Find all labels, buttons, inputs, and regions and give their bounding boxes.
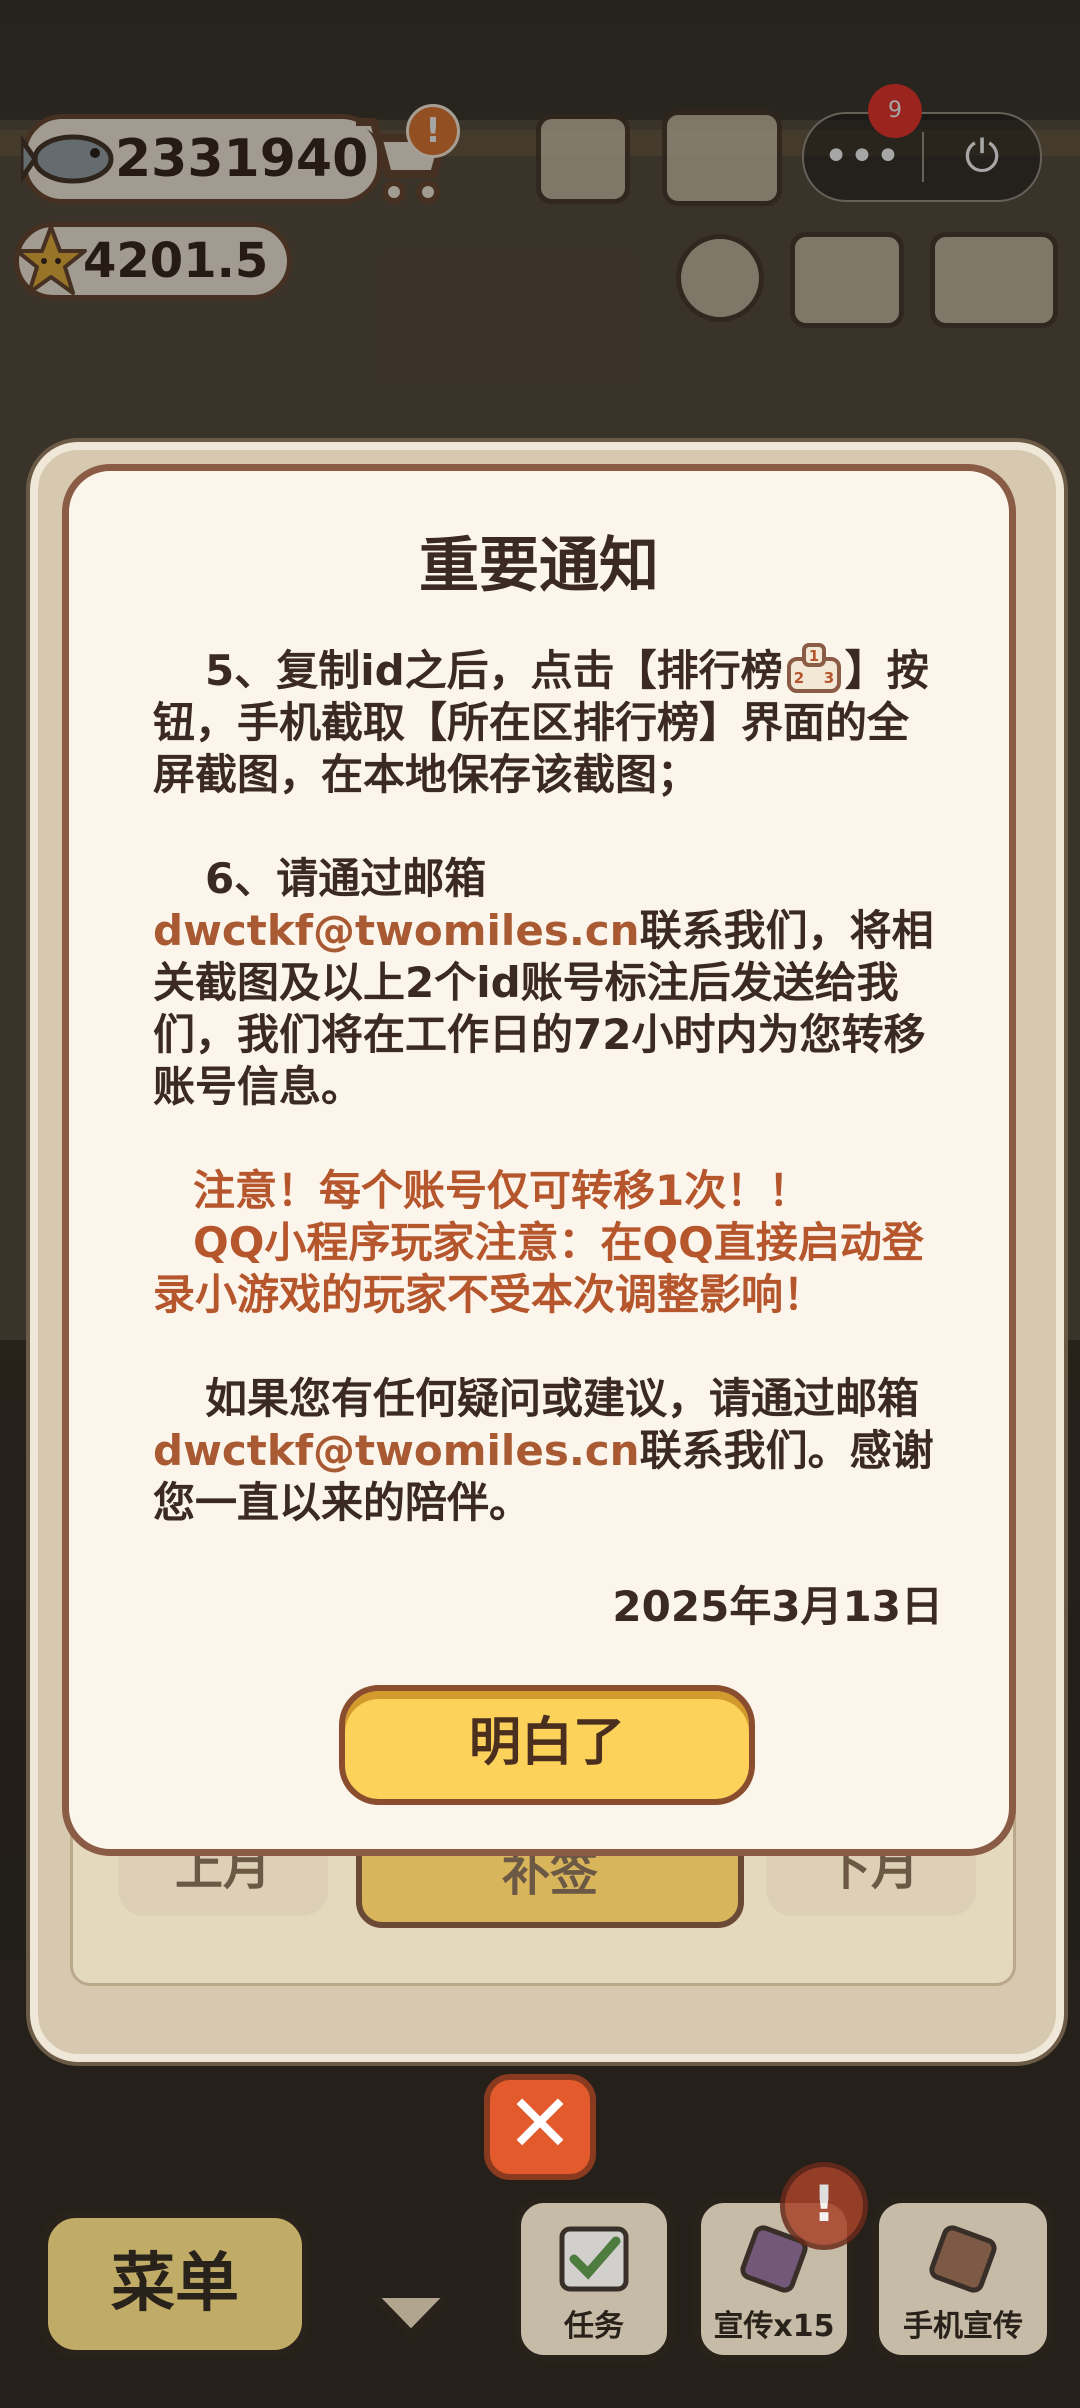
warning-1: 注意！每个账号仅可转移1次！！	[153, 1165, 943, 1217]
promote-label: 宣传x15	[713, 2309, 835, 2344]
tasks-label: 任务	[564, 2309, 624, 2344]
step-5-paragraph: 5、复制id之后，点击【排行榜 1 2 3 】按钮，手机截取【所在区排行榜】界面…	[153, 641, 943, 801]
step-6-intro-text: 6、请通过邮箱	[205, 854, 487, 903]
warning-2: QQ小程序玩家注意：在QQ直接启动登录小游戏的玩家不受本次调整影响！	[153, 1217, 943, 1321]
contact-paragraph: 如果您有任何疑问或建议，请通过邮箱dwctkf@twomiles.cn联系我们。…	[153, 1373, 943, 1529]
step-5-text: 5、复制id之后，点击【排行榜	[205, 646, 783, 695]
checklist-icon	[559, 2226, 629, 2292]
email-link[interactable]: dwctkf@twomiles.cn	[153, 906, 640, 955]
step-6-paragraph: dwctkf@twomiles.cn联系我们，将相关截图及以上2个id账号标注后…	[153, 905, 943, 1113]
menu-button[interactable]: 菜单	[40, 2210, 310, 2358]
phone-promote-label: 手机宣传	[903, 2309, 1023, 2344]
warning-1-text: 注意！每个账号仅可转移1次！！	[193, 1166, 811, 1215]
warning-2-text: QQ小程序玩家注意：在QQ直接启动登录小游戏的玩家不受本次调整影响！	[153, 1218, 924, 1319]
notice-body: 5、复制id之后，点击【排行榜 1 2 3 】按钮，手机截取【所在区排行榜】界面…	[153, 641, 943, 1633]
step-6-intro: 6、请通过邮箱	[153, 853, 943, 905]
phone-promote-button[interactable]: 手机宣传	[872, 2196, 1054, 2362]
chevron-down-icon[interactable]	[366, 2286, 456, 2346]
contact-text: 如果您有任何疑问或建议，请通过邮箱	[205, 1374, 920, 1423]
leaderboard-icon: 1 2 3	[786, 643, 841, 693]
dialog-title: 重要通知	[419, 531, 659, 601]
notice-date: 2025年3月13日	[612, 1582, 943, 1631]
phone-promo-icon	[929, 2225, 997, 2293]
email-link-2[interactable]: dwctkf@twomiles.cn	[153, 1426, 640, 1475]
notice-dialog: 重要通知 5、复制id之后，点击【排行榜 1 2 3 】按钮，手机截取【所在区排…	[62, 464, 1016, 1856]
promote-alert-badge: !	[780, 2162, 868, 2250]
svg-text:2: 2	[793, 669, 803, 687]
svg-text:1: 1	[808, 647, 818, 665]
svg-text:3: 3	[823, 669, 833, 687]
close-button[interactable]: ✕	[484, 2074, 596, 2180]
confirm-button[interactable]: 明白了	[339, 1685, 755, 1805]
tasks-button[interactable]: 任务	[514, 2196, 674, 2362]
